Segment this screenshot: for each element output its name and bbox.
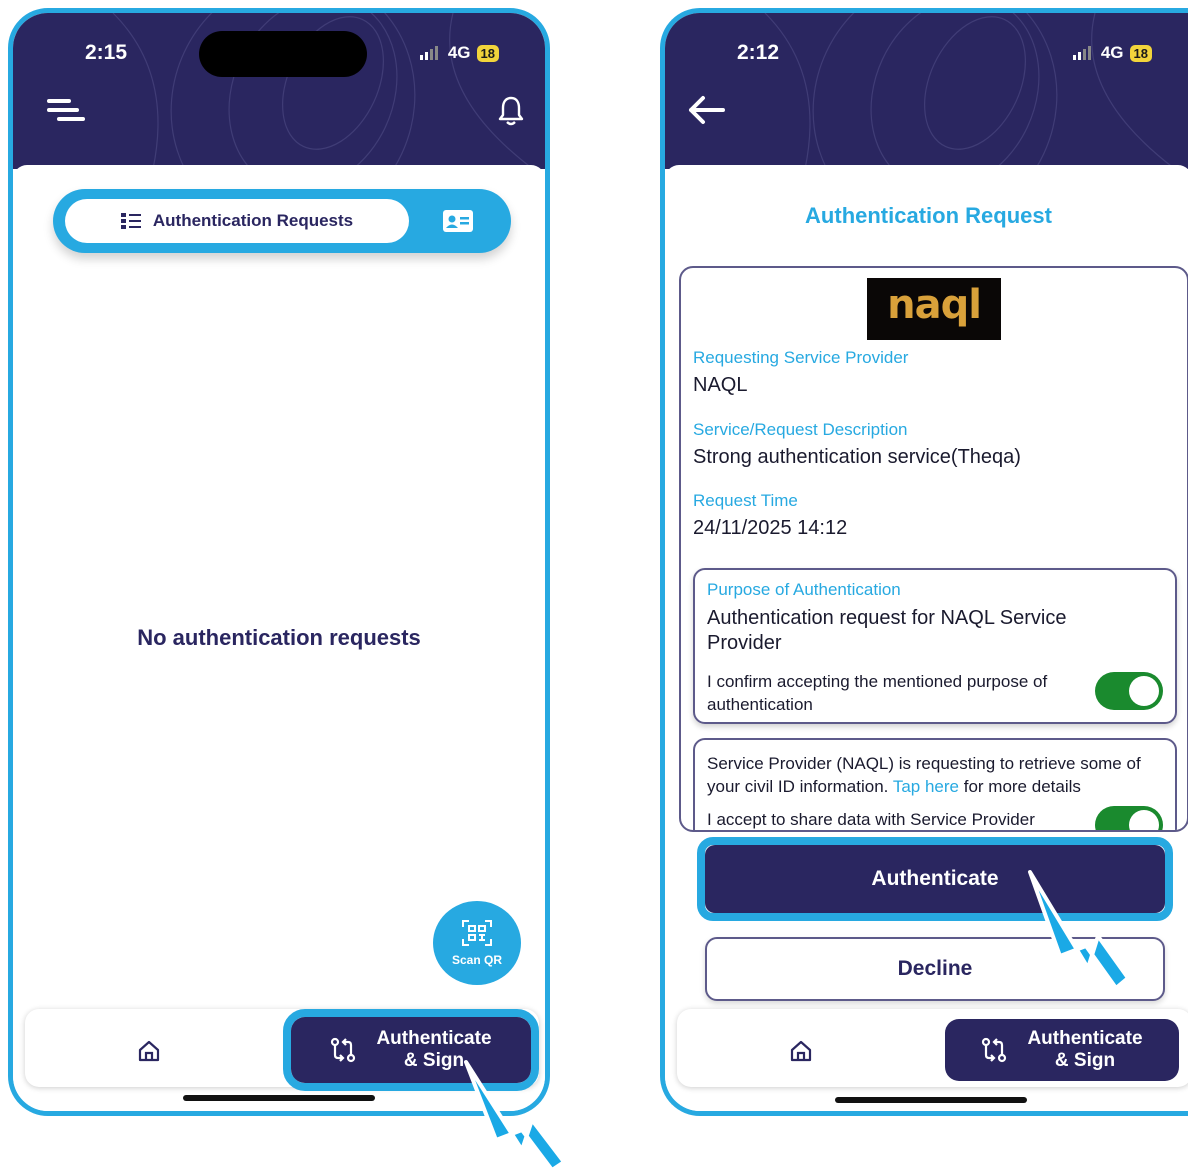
purpose-value: Authentication request for NAQL Service … [707, 607, 1067, 654]
back-arrow-icon[interactable] [687, 95, 727, 125]
share-data-text: I accept to share data with Service Prov… [707, 810, 1035, 829]
home-indicator [183, 1095, 375, 1101]
nav-auth-line2: & Sign [1054, 1050, 1116, 1071]
home-indicator [835, 1097, 1027, 1103]
segmented-tabs: Authentication Requests [53, 189, 511, 253]
page-title: Authentication Request [805, 203, 1052, 228]
civil-id-text-tail: for more details [963, 777, 1081, 796]
qr-scan-icon [462, 920, 492, 946]
request-time-label: Request Time [693, 491, 798, 510]
purpose-section: Purpose of Authentication Authentication… [693, 568, 1177, 724]
home-icon[interactable] [789, 1039, 813, 1063]
nav-auth-label: Authenticate & Sign [1027, 1028, 1142, 1072]
tab-label: Authentication Requests [152, 211, 354, 230]
network-type: 4G [1100, 43, 1124, 62]
signal-icon [1072, 46, 1091, 60]
provider-logo: naql [867, 278, 1001, 340]
purpose-confirm-toggle[interactable] [1095, 672, 1163, 710]
status-time: 2:15 [85, 41, 128, 64]
nav-authenticate-sign[interactable]: Authenticate & Sign [945, 1019, 1179, 1081]
request-details-card: naql Requesting Service Provider NAQL Se… [679, 266, 1188, 832]
phone-screen-left: 2:15 4G 18 Authentication Requests No au… [8, 8, 550, 1116]
signal-icon [419, 46, 438, 60]
nav-auth-line1: Authenticate [1027, 1028, 1143, 1049]
civil-id-section: Service Provider (NAQL) is requesting to… [693, 738, 1177, 830]
empty-state-message: No authentication requests [137, 625, 421, 650]
description-value: Strong authentication service(Theqa) [693, 446, 1021, 468]
menu-icon[interactable] [47, 97, 87, 125]
civil-id-text: Service Provider (NAQL) is requesting to… [707, 752, 1167, 798]
list-icon [120, 213, 141, 229]
tab-authentication-requests[interactable]: Authentication Requests [65, 199, 409, 243]
tap-here-link[interactable]: Tap here [893, 777, 959, 796]
scan-qr-label: Scan QR [451, 953, 502, 967]
battery-indicator: 18 [1129, 44, 1152, 62]
share-data-toggle[interactable] [1095, 806, 1163, 830]
git-compare-icon [331, 1037, 356, 1063]
scan-qr-button[interactable]: Scan QR [433, 901, 521, 985]
status-time: 2:12 [737, 41, 780, 64]
description-label: Service/Request Description [693, 420, 908, 439]
provider-logo-text: naql [887, 282, 982, 328]
pointer-cursor-icon [1028, 870, 1130, 990]
purpose-confirm-text: I confirm accepting the mentioned purpos… [707, 672, 1048, 714]
header-pattern [764, 13, 1176, 169]
pointer-cursor-icon [464, 1060, 566, 1172]
home-icon[interactable] [137, 1039, 161, 1063]
status-indicators: 4G 18 [419, 43, 499, 63]
git-compare-icon [982, 1037, 1007, 1063]
provider-label: Requesting Service Provider [693, 348, 909, 367]
status-indicators: 4G 18 [1072, 43, 1152, 63]
battery-indicator: 18 [476, 44, 499, 62]
toggle-knob [1129, 676, 1159, 706]
nav-auth-line1: Authenticate [376, 1028, 492, 1049]
provider-value: NAQL [693, 374, 748, 396]
request-time-value: 24/11/2025 14:12 [693, 517, 848, 539]
id-card-icon[interactable] [443, 210, 473, 232]
dynamic-island [199, 31, 367, 77]
bell-icon[interactable] [497, 95, 525, 127]
network-type: 4G [447, 43, 471, 62]
purpose-label: Purpose of Authentication [707, 580, 901, 599]
toggle-knob [1129, 810, 1159, 830]
app-header: 2:15 4G 18 [13, 13, 545, 169]
app-header: 2:12 4G 18 [665, 13, 1188, 169]
